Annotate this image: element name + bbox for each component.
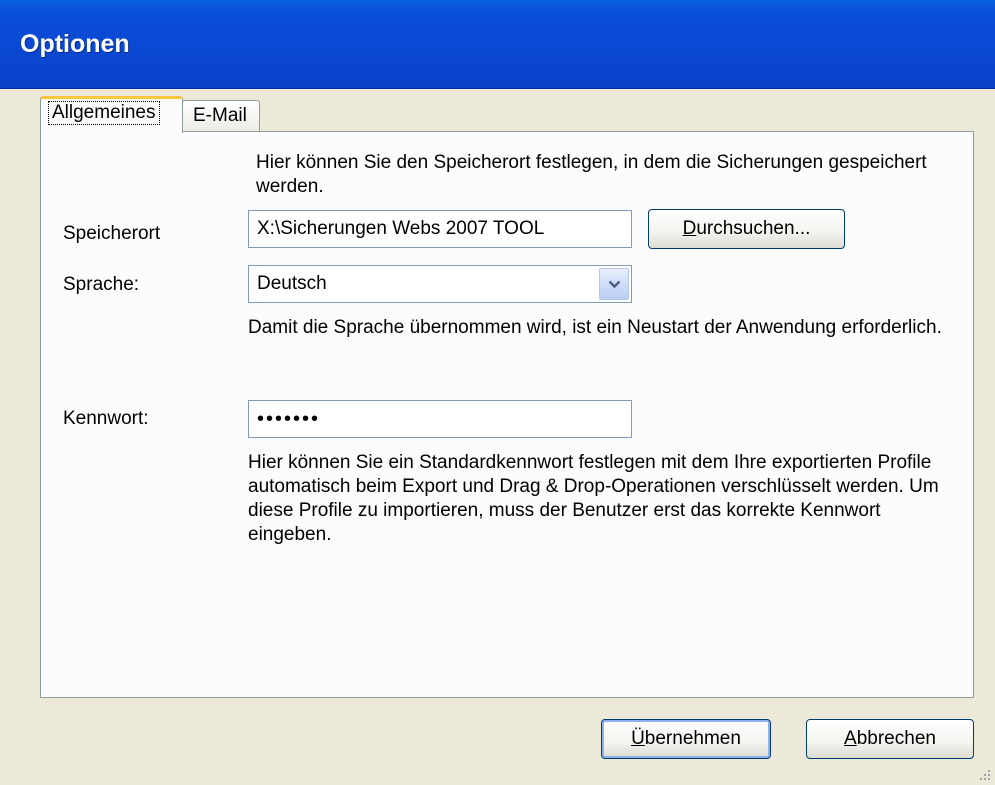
window-titlebar[interactable]: Optionen xyxy=(0,0,995,89)
language-select[interactable]: Deutsch xyxy=(248,265,632,303)
tab-label: E-Mail xyxy=(193,105,247,126)
tab-email[interactable]: E-Mail xyxy=(182,100,260,132)
cancel-button[interactable]: Abbrechen xyxy=(806,719,974,759)
apply-label: bernehmen xyxy=(644,728,741,749)
location-label: Speicherort xyxy=(63,223,161,244)
browse-button[interactable]: Durchsuchen... xyxy=(648,209,845,249)
password-note-text: Hier können Sie ein Standardkennwort fes… xyxy=(248,452,939,545)
tab-panel-allgemeines: Hier können Sie den Speicherort festlege… xyxy=(40,131,974,698)
apply-button[interactable]: Übernehmen xyxy=(601,719,771,759)
cancel-mnemonic: A xyxy=(844,728,857,749)
language-selected-value: Deutsch xyxy=(257,273,327,294)
browse-label: urchsuchen... xyxy=(696,218,811,239)
chevron-down-icon xyxy=(608,280,621,289)
browse-mnemonic: D xyxy=(682,218,697,239)
apply-mnemonic: Ü xyxy=(631,728,645,749)
dropdown-button[interactable] xyxy=(599,268,629,300)
tab-label: Allgemeines xyxy=(48,101,160,125)
location-intro-text: Hier können Sie den Speicherort festlege… xyxy=(256,152,927,197)
window-title: Optionen xyxy=(20,30,130,58)
tab-allgemeines[interactable]: Allgemeines xyxy=(40,96,183,133)
cancel-label: bbrechen xyxy=(856,728,936,749)
location-input[interactable]: X:\Sicherungen Webs 2007 TOOL xyxy=(248,210,632,248)
language-label: Sprache: xyxy=(63,274,140,295)
password-label: Kennwort: xyxy=(63,408,149,429)
password-input[interactable]: ••••••• xyxy=(248,400,632,438)
language-note-text: Damit die Sprache übernommen wird, ist e… xyxy=(248,317,942,338)
resize-grip-icon[interactable] xyxy=(977,767,991,781)
